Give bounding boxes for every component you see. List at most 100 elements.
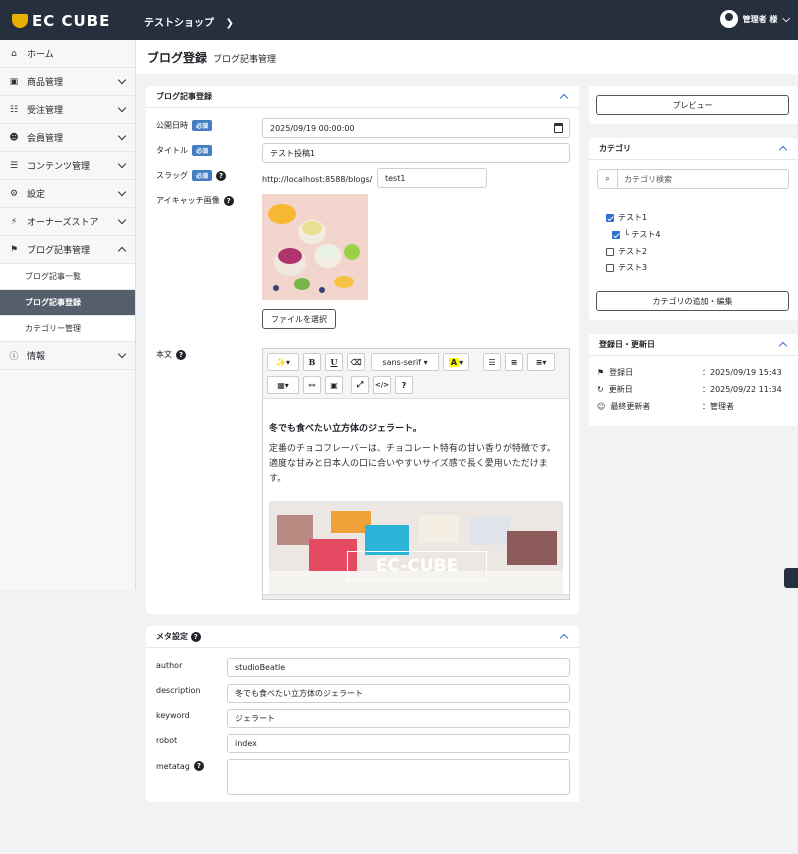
search-icon: ⌕ (598, 170, 618, 188)
field-label: タイトル (156, 146, 188, 155)
preview-button[interactable]: プレビュー (596, 95, 789, 115)
category-checkbox[interactable] (606, 263, 614, 272)
rich-text-editor[interactable]: ✨▾ B U ⌫ sans-serif ▾ A ▾ ☰ ≡ ≡▾ ▦▾ ⚯ ▣ ⤢… (262, 348, 570, 600)
sidebar-item[interactable]: ⌂ ホーム (0, 40, 135, 68)
font-color-icon[interactable]: A ▾ (443, 353, 469, 371)
user-menu[interactable]: 管理者 様 ⌵ (719, 10, 790, 28)
category-checkbox[interactable] (606, 213, 614, 222)
category-item[interactable]: └ テスト4 (612, 229, 660, 240)
sidebar-item[interactable]: ▣ 商品管理 (0, 68, 135, 96)
editor-content[interactable]: 冬でも食べたい立方体のジェラート。 定番のチョコフレーバーは、チョコレート特有の… (263, 399, 569, 595)
bold-button[interactable]: B (303, 353, 321, 371)
help-icon[interactable]: ? (223, 195, 234, 206)
code-view-button[interactable]: </> (373, 376, 391, 394)
title-input[interactable]: テスト投稿1 (262, 143, 570, 163)
published-label: 公開日時 必須 (156, 120, 213, 131)
input-value: テスト投稿1 (270, 148, 316, 158)
input-value: 冬でも食べたい立方体のジェラート (235, 689, 363, 698)
eraser-icon[interactable]: ⌫ (347, 353, 365, 371)
table-icon[interactable]: ▦▾ (267, 376, 299, 394)
brand-logo[interactable]: EC CUBE (12, 12, 110, 30)
field-label: metatag (156, 761, 190, 771)
meta-author-input[interactable]: studioBeatle (227, 658, 570, 677)
image-icon[interactable]: ▣ (325, 376, 343, 394)
category-checkbox[interactable] (612, 230, 620, 239)
sidebar-item[interactable]: ⚑ ブログ記事管理 (0, 236, 135, 264)
fullscreen-icon[interactable]: ⤢ (351, 376, 369, 394)
sidebar-item[interactable]: ☷ 受注管理 (0, 96, 135, 124)
category-search-input[interactable]: ⌕ カテゴリ検索 (597, 169, 789, 189)
meta-description-label: description (156, 686, 201, 695)
search-placeholder: カテゴリ検索 (624, 174, 672, 184)
help-button[interactable]: ? (395, 376, 413, 394)
file-select-button[interactable]: ファイルを選択 (262, 309, 336, 329)
content-paragraph: 定番のチョコフレーバーは、チョコレート特有の甘い香りが特徴です。適度な甘みと日本… (269, 444, 557, 484)
link-icon[interactable]: ⚯ (303, 376, 321, 394)
help-icon[interactable]: ? (216, 170, 227, 181)
category-edit-button[interactable]: カテゴリの追加・編集 (596, 291, 789, 311)
slug-input[interactable]: test1 (377, 168, 487, 188)
ordered-list-icon[interactable]: ≡ (505, 353, 523, 371)
input-value: index (235, 739, 257, 748)
sidebar-subitem[interactable]: ブログ記事登録 (0, 290, 135, 316)
card-header[interactable]: カテゴリ (589, 138, 798, 160)
sidebar-subitem[interactable]: ブログ記事一覧 (0, 264, 135, 290)
help-icon[interactable]: ? (176, 349, 186, 360)
sidebar-item[interactable]: ⚡ オーナーズストア (0, 208, 135, 236)
published-date-input[interactable]: 2025/09/19 00:00:00 (262, 118, 570, 138)
date-label: 更新日 (608, 385, 633, 394)
category-label: テスト4 (631, 230, 661, 239)
unordered-list-icon[interactable]: ☰ (483, 353, 501, 371)
eyecatch-image (262, 194, 368, 300)
sidebar-item-info[interactable]: ⓘ 情報 (0, 342, 135, 370)
category-label: テスト2 (618, 247, 648, 256)
card-title: メタ設定 (156, 632, 188, 641)
resize-handle[interactable] (263, 594, 569, 599)
sidebar-item[interactable]: ☰ コンテンツ管理 (0, 152, 135, 180)
meta-metatag-label: metatag? (156, 761, 204, 771)
chevron-down-icon (117, 159, 127, 169)
tag-icon: ⚑ (9, 244, 19, 255)
shop-link[interactable]: テストショップ ❯ (144, 14, 234, 29)
content-image: EC-CUBE (269, 501, 563, 595)
date-label: 登録日 (609, 368, 634, 377)
floating-tab[interactable] (784, 568, 798, 588)
font-family-select[interactable]: sans-serif ▾ (371, 353, 439, 371)
category-item[interactable]: テスト2 (606, 246, 647, 257)
sidebar-subitem[interactable]: カテゴリー管理 (0, 316, 135, 342)
plug-icon: ⚡ (10, 216, 18, 227)
calendar-icon[interactable] (554, 123, 563, 133)
body-label: 本文? (156, 349, 186, 360)
help-icon[interactable]: ? (190, 631, 201, 642)
required-badge: 必須 (192, 120, 213, 131)
meta-keyword-input[interactable]: ジェラート (227, 709, 570, 728)
chevron-down-icon (117, 187, 127, 197)
align-icon[interactable]: ≡▾ (527, 353, 555, 371)
content-image-text: EC-CUBE (347, 551, 487, 581)
card-header[interactable]: 登録日・更新日 (589, 334, 798, 356)
card-header[interactable]: ブログ記事登録 (146, 86, 579, 108)
date-label: 最終更新者 (610, 402, 651, 411)
category-checkbox[interactable] (606, 247, 614, 256)
avatar-icon (719, 10, 738, 28)
font-name: sans-serif (382, 357, 422, 367)
meta-robot-input[interactable]: index (227, 734, 570, 753)
sidebar-item-label: ホーム (27, 50, 54, 60)
magic-icon[interactable]: ✨▾ (267, 353, 299, 371)
chevron-down-icon (117, 349, 127, 359)
sidebar-item-label: ブログ記事管理 (27, 246, 91, 256)
meta-metatag-textarea[interactable] (227, 759, 570, 795)
card-header[interactable]: メタ設定 ? (146, 626, 579, 648)
help-icon[interactable]: ? (193, 761, 204, 771)
underline-button[interactable]: U (325, 353, 343, 371)
info-icon: ⓘ (9, 352, 19, 362)
chevron-down-icon (117, 75, 127, 85)
sidebar-item[interactable]: ⚙ 設定 (0, 180, 135, 208)
sidebar-item[interactable]: ☻ 会員管理 (0, 124, 135, 152)
category-label: テスト3 (618, 263, 648, 272)
category-item[interactable]: テスト1 (606, 212, 647, 223)
meta-description-input[interactable]: 冬でも食べたい立方体のジェラート (227, 684, 570, 703)
card-title: 登録日・更新日 (599, 340, 655, 349)
chevron-up-icon (778, 145, 788, 155)
category-item[interactable]: テスト3 (606, 262, 647, 273)
